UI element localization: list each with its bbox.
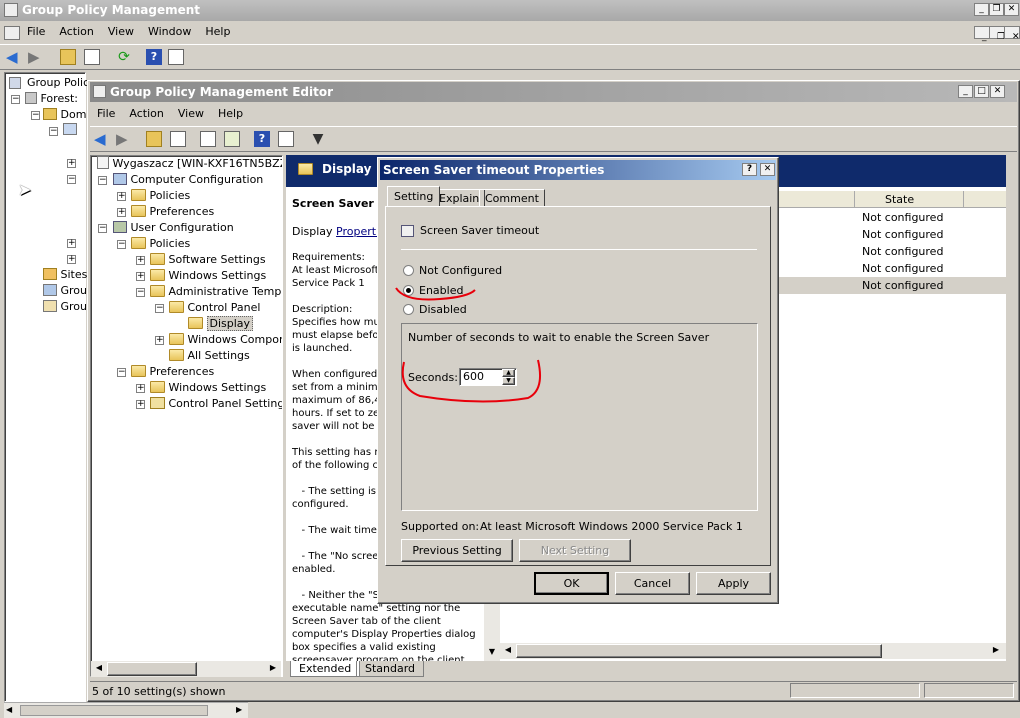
red-underline-enabled: [395, 287, 476, 301]
tab-setting[interactable]: Setting: [387, 186, 441, 206]
red-circle-seconds: [401, 359, 541, 403]
red-annotation-marks: [395, 287, 541, 403]
